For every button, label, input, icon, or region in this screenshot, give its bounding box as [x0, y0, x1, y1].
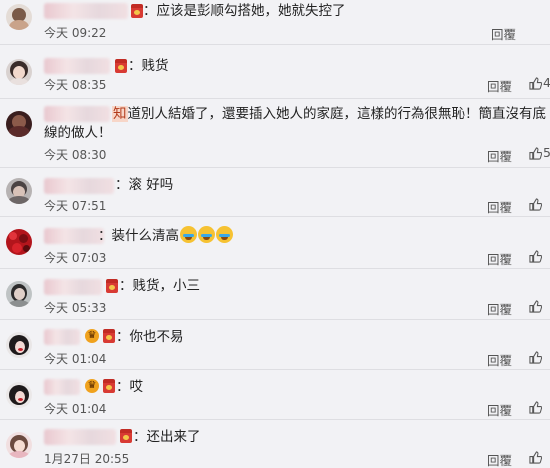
avatar[interactable]: [6, 281, 32, 307]
crying-laughing-emoji-icon: [198, 226, 215, 243]
thumbs-up-icon: [529, 147, 543, 160]
red-packet-icon: [131, 4, 143, 18]
username-blurred[interactable]: [44, 379, 80, 395]
comment-item: ♛ ：你也不易 今天 01:04 回覆: [0, 320, 550, 370]
avatar[interactable]: [6, 59, 32, 85]
comment-time: 今天 08:30: [44, 148, 107, 162]
avatar[interactable]: [6, 382, 32, 408]
thumbs-up-icon: [529, 351, 543, 364]
crown-emoji-icon: ♛: [85, 329, 99, 343]
like-button[interactable]: [529, 399, 543, 414]
comment-item: ：应该是彭顺勾搭她，她就失控了 今天 09:22 回覆: [0, 0, 550, 45]
red-packet-icon: [103, 329, 115, 343]
comment-item: 知道別人結婚了，還要插入她人的家庭，這樣的行為很無恥！簡直沒有底線的做人！ 今天…: [0, 99, 550, 168]
avatar[interactable]: [6, 229, 32, 255]
comment-text: ：滚 好吗: [115, 177, 174, 193]
comment-time: 今天 05:33: [44, 301, 107, 315]
like-button[interactable]: [529, 349, 543, 364]
comment-time: 今天 01:04: [44, 402, 107, 416]
comment-text: ：装什么清高: [98, 226, 233, 246]
like-count: 4: [543, 75, 550, 90]
like-button[interactable]: [529, 298, 543, 313]
comment-text-body: ：装什么清高: [98, 228, 179, 244]
reply-button[interactable]: 回覆: [487, 450, 512, 468]
comment-text: ：贱货，小三: [119, 278, 200, 294]
comment-text: ：贱货: [128, 58, 169, 74]
avatar[interactable]: [6, 332, 32, 358]
comment-text: ：哎: [116, 379, 143, 395]
crying-laughing-emoji-icon: [180, 226, 197, 243]
thumbs-up-icon: [529, 451, 543, 464]
username-blurred[interactable]: [44, 228, 104, 244]
avatar[interactable]: [6, 111, 32, 137]
comment-text: ：你也不易: [116, 329, 184, 345]
like-button[interactable]: [529, 248, 543, 263]
comment-time: 今天 01:04: [44, 352, 107, 366]
red-packet-icon: [115, 59, 127, 73]
comment-time: 今天 07:51: [44, 199, 107, 213]
reply-button[interactable]: 回覆: [487, 197, 512, 216]
comment-time: 1月27日 20:55: [44, 452, 130, 466]
thumbs-up-icon: [529, 77, 543, 90]
comment-item: ：贱货 今天 08:35 回覆 4: [0, 45, 550, 99]
username-blurred[interactable]: [44, 329, 80, 345]
comment-item: ♛ ：哎 今天 01:04 回覆: [0, 370, 550, 420]
reply-button[interactable]: 回覆: [487, 146, 512, 165]
reply-button[interactable]: 回覆: [491, 24, 516, 43]
reply-button[interactable]: 回覆: [487, 76, 512, 95]
highlight-text: 知: [112, 106, 128, 122]
comment-item: ：滚 好吗 今天 07:51 回覆: [0, 168, 550, 217]
username-blurred[interactable]: [44, 58, 110, 74]
reply-button[interactable]: 回覆: [487, 350, 512, 369]
thumbs-up-icon: [529, 250, 543, 263]
thumbs-up-icon: [529, 198, 543, 211]
like-button[interactable]: 4: [529, 75, 550, 90]
comment-item: ：贱货，小三 今天 05:33 回覆: [0, 269, 550, 320]
username-blurred[interactable]: [44, 429, 116, 445]
comment-item: ：装什么清高 今天 07:03 回覆: [0, 217, 550, 269]
username-blurred[interactable]: [44, 3, 128, 19]
comment-time: 今天 07:03: [44, 251, 107, 265]
avatar[interactable]: [6, 178, 32, 204]
red-packet-icon: [106, 279, 118, 293]
reply-button[interactable]: 回覆: [487, 400, 512, 419]
username-blurred[interactable]: [44, 178, 114, 194]
thumbs-up-icon: [529, 401, 543, 414]
comment-time: 今天 09:22: [44, 26, 107, 40]
avatar[interactable]: [6, 432, 32, 458]
username-blurred[interactable]: [44, 279, 102, 295]
crown-emoji-icon: ♛: [85, 379, 99, 393]
crying-laughing-emoji-icon: [216, 226, 233, 243]
avatar[interactable]: [6, 4, 32, 30]
reply-button[interactable]: 回覆: [487, 299, 512, 318]
like-button[interactable]: 5: [529, 145, 550, 160]
like-button[interactable]: [529, 449, 543, 464]
thumbs-up-icon: [529, 300, 543, 313]
comment-item: ：还出来了 1月27日 20:55 回覆: [0, 420, 550, 468]
reply-button[interactable]: 回覆: [487, 249, 512, 268]
red-packet-icon: [103, 379, 115, 393]
like-button[interactable]: [529, 196, 543, 211]
like-count: 5: [543, 145, 550, 160]
comment-text: ：还出来了: [133, 429, 201, 445]
comment-time: 今天 08:35: [44, 78, 107, 92]
red-packet-icon: [120, 429, 132, 443]
comment-text: 知道別人結婚了，還要插入她人的家庭，這樣的行為很無恥！簡直沒有底線的做人！: [44, 105, 548, 143]
comment-text: ：应该是彭顺勾搭她，她就失控了: [143, 3, 346, 19]
